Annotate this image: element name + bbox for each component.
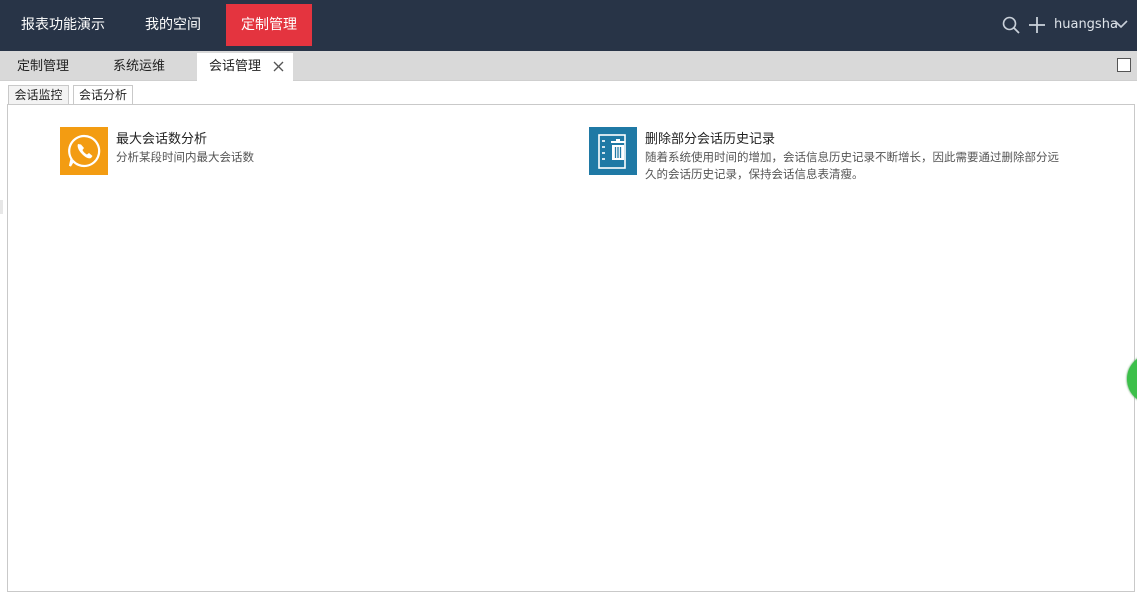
card-description: 分析某段时间内最大会话数 xyxy=(116,150,254,164)
maximize-icon[interactable] xyxy=(1117,58,1131,72)
card-delete-session-history[interactable]: 删除部分会话历史记录 随着系统使用时间的增加，会话信息历史记录不断增长，因此需要… xyxy=(589,127,1089,187)
tab-bar: 定制管理 系统运维 会话管理 xyxy=(0,51,1137,81)
nav-item-custom-management[interactable]: 定制管理 xyxy=(226,4,312,46)
subtab-session-monitor[interactable]: 会话监控 xyxy=(8,85,69,106)
search-icon[interactable] xyxy=(1002,16,1020,34)
left-edge-handle xyxy=(0,200,3,214)
plus-icon[interactable] xyxy=(1028,16,1046,34)
trash-list-icon xyxy=(589,127,637,175)
tab-custom-management[interactable]: 定制管理 xyxy=(4,53,82,81)
chevron-down-icon[interactable] xyxy=(1114,19,1128,29)
close-icon[interactable] xyxy=(273,61,284,72)
sub-tab-bar: 会话监控 会话分析 xyxy=(0,81,1137,106)
phone-chat-icon xyxy=(60,127,108,175)
tab-label: 会话管理 xyxy=(208,59,261,74)
card-description-line: 随着系统使用时间的增加，会话信息历史记录不断增长，因此需要通过删除部分远 xyxy=(645,150,1059,164)
card-description-line: 久的会话历史记录，保持会话信息表清瘦。 xyxy=(645,167,864,181)
tab-system-ops[interactable]: 系统运维 xyxy=(98,53,180,81)
card-max-session-analysis[interactable]: 最大会话数分析 分析某段时间内最大会话数 xyxy=(60,127,480,177)
card-description: 随着系统使用时间的增加，会话信息历史记录不断增长，因此需要通过删除部分远 久的会… xyxy=(645,149,1059,183)
username[interactable]: huangsha xyxy=(1054,17,1118,32)
content-panel: 最大会话数分析 分析某段时间内最大会话数 删除部分会话历史记录 随着系统使用时间… xyxy=(7,104,1135,592)
nav-item-report-demo[interactable]: 报表功能演示 xyxy=(4,4,122,46)
nav-item-my-space[interactable]: 我的空间 xyxy=(126,4,220,46)
card-title: 最大会话数分析 xyxy=(116,132,208,147)
top-navbar: 报表功能演示 我的空间 定制管理 huangsha xyxy=(0,0,1137,51)
card-title: 删除部分会话历史记录 xyxy=(645,132,776,147)
subtab-session-analysis[interactable]: 会话分析 xyxy=(73,85,133,106)
tab-session-management[interactable]: 会话管理 xyxy=(197,53,293,81)
